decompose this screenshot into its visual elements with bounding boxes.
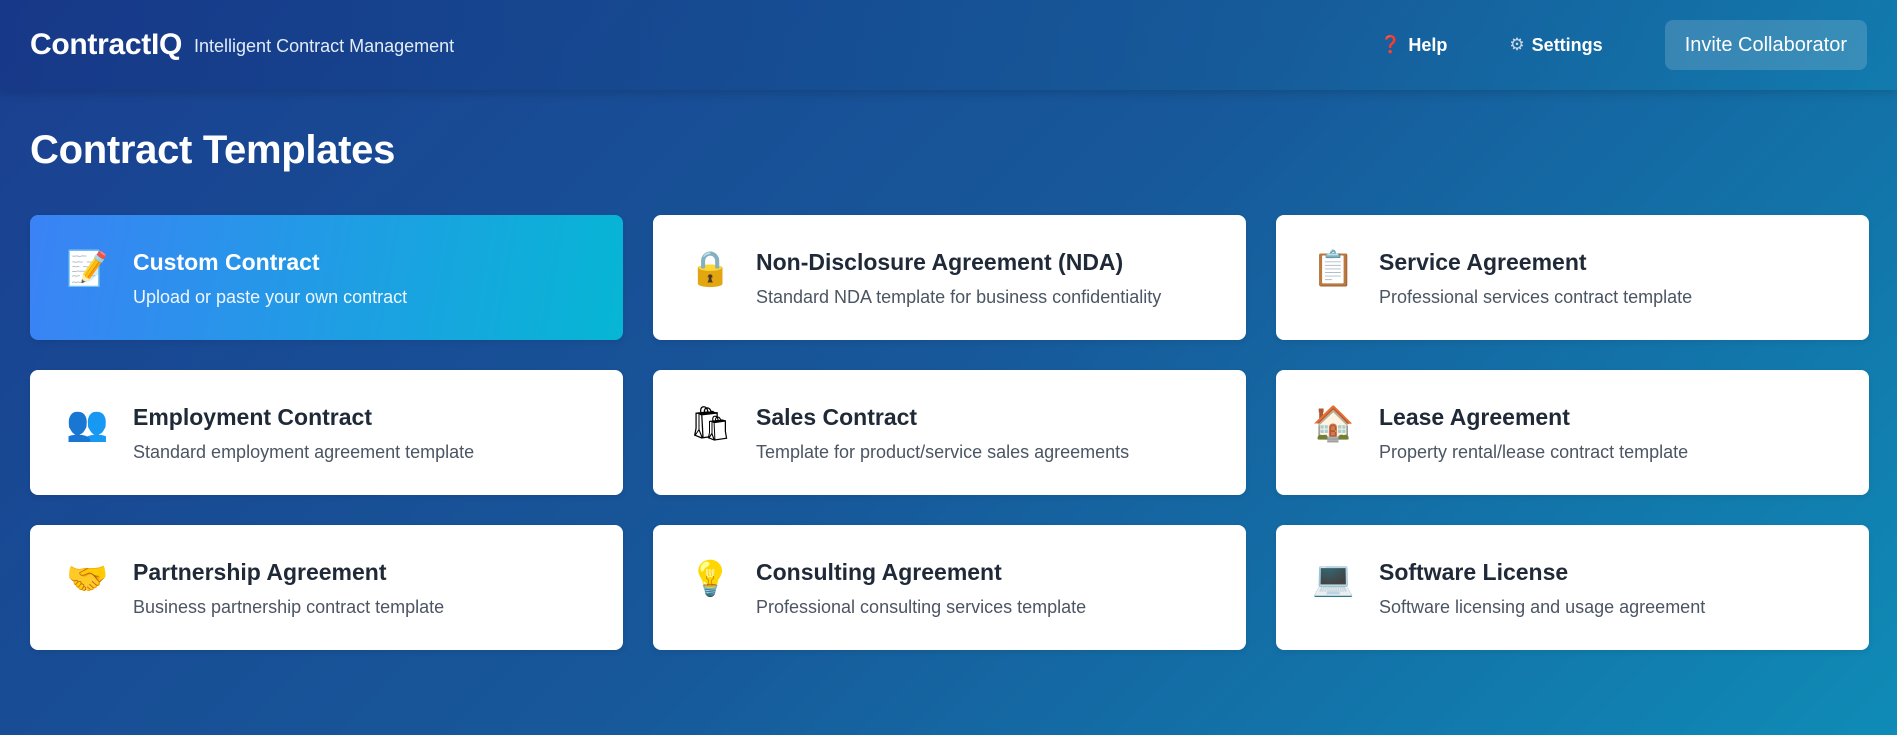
template-card-software-license[interactable]: 💻 Software License Software licensing and … <box>1276 525 1869 650</box>
help-link[interactable]: ❓ Help <box>1380 35 1447 56</box>
template-description: Property rental/lease contract template <box>1379 442 1689 462</box>
template-card-consulting-agreement[interactable]: 💡 Consulting Agreement Professional consul… <box>653 525 1246 650</box>
settings-link[interactable]: ⚙ Settings <box>1509 35 1602 56</box>
template-card-text: Custom Contract Upload or paste your own … <box>133 245 407 308</box>
settings-label: Settings <box>1531 34 1603 55</box>
header-nav: ❓ Help ⚙ Settings Invite Collaborator <box>1380 20 1867 70</box>
template-card-non-disclosure-agreement-nda[interactable]: 🔒 Non-Disclosure Agreement (NDA) Standard … <box>653 215 1246 340</box>
template-card-text: Non-Disclosure Agreement (NDA) Standard N… <box>756 245 1161 308</box>
template-title: Service Agreement <box>1379 249 1587 275</box>
handshake-icon: 🤝 <box>66 559 109 599</box>
template-description: Standard NDA template for business confi… <box>756 287 1162 307</box>
template-description: Software licensing and usage agreement <box>1379 597 1706 617</box>
template-card-partnership-agreement[interactable]: 🤝 Partnership Agreement Business partnersh… <box>30 525 623 650</box>
template-description: Standard employment agreement template <box>133 442 475 462</box>
house-icon: 🏠 <box>1312 404 1355 444</box>
gear-icon: ⚙ <box>1509 35 1525 54</box>
template-card-text: Sales Contract Template for product/servi… <box>756 400 1129 463</box>
shopping-bags-icon: 🛍 <box>689 404 733 444</box>
brand-tagline: Intelligent Contract Management <box>194 35 455 56</box>
help-label: Help <box>1408 34 1448 55</box>
question-mark-icon: ❓ <box>1380 35 1402 54</box>
template-title: Non-Disclosure Agreement (NDA) <box>756 249 1124 275</box>
template-title: Custom Contract <box>133 249 320 275</box>
template-grid: 📝 Custom Contract Upload or paste your own… <box>30 215 1869 650</box>
people-icon: 👥 <box>66 404 109 444</box>
template-description: Professional consulting services templat… <box>756 597 1087 617</box>
template-title: Partnership Agreement <box>133 559 387 585</box>
template-card-text: Service Agreement Professional services c… <box>1379 245 1692 308</box>
template-card-employment-contract[interactable]: 👥 Employment Contract Standard employment … <box>30 370 623 495</box>
invite-collaborator-button[interactable]: Invite Collaborator <box>1664 20 1867 70</box>
template-description: Business partnership contract template <box>133 597 445 617</box>
template-card-text: Software License Software licensing and u… <box>1379 555 1705 618</box>
clipboard-icon: 📋 <box>1312 249 1355 289</box>
lock-icon: 🔒 <box>689 249 732 289</box>
template-card-text: Partnership Agreement Business partnershi… <box>133 555 444 618</box>
brand-logo[interactable]: ContractIQ <box>30 28 182 62</box>
template-title: Sales Contract <box>756 404 918 430</box>
laptop-icon: 💻 <box>1312 559 1355 599</box>
template-card-text: Consulting Agreement Professional consult… <box>756 555 1086 618</box>
template-title: Lease Agreement <box>1379 404 1570 430</box>
template-card-text: Lease Agreement Property rental/lease con… <box>1379 400 1688 463</box>
template-card-custom-contract[interactable]: 📝 Custom Contract Upload or paste your own… <box>30 215 623 340</box>
template-card-service-agreement[interactable]: 📋 Service Agreement Professional services … <box>1276 215 1869 340</box>
template-description: Professional services contract template <box>1379 287 1693 307</box>
template-description: Template for product/service sales agree… <box>756 442 1130 462</box>
memo-pencil-icon: 📝 <box>66 249 109 289</box>
template-title: Employment Contract <box>133 404 372 430</box>
template-description: Upload or paste your own contract <box>133 287 408 307</box>
template-card-lease-agreement[interactable]: 🏠 Lease Agreement Property rental/lease co… <box>1276 370 1869 495</box>
lightbulb-icon: 💡 <box>689 559 732 599</box>
top-header: ContractIQ Intelligent Contract Manageme… <box>0 0 1897 90</box>
template-card-text: Employment Contract Standard employment a… <box>133 400 474 463</box>
template-title: Software License <box>1379 559 1569 585</box>
template-title: Consulting Agreement <box>756 559 1002 585</box>
page-title: Contract Templates <box>30 128 396 172</box>
template-card-sales-contract[interactable]: 🛍 Sales Contract Template for product/serv… <box>653 370 1246 495</box>
